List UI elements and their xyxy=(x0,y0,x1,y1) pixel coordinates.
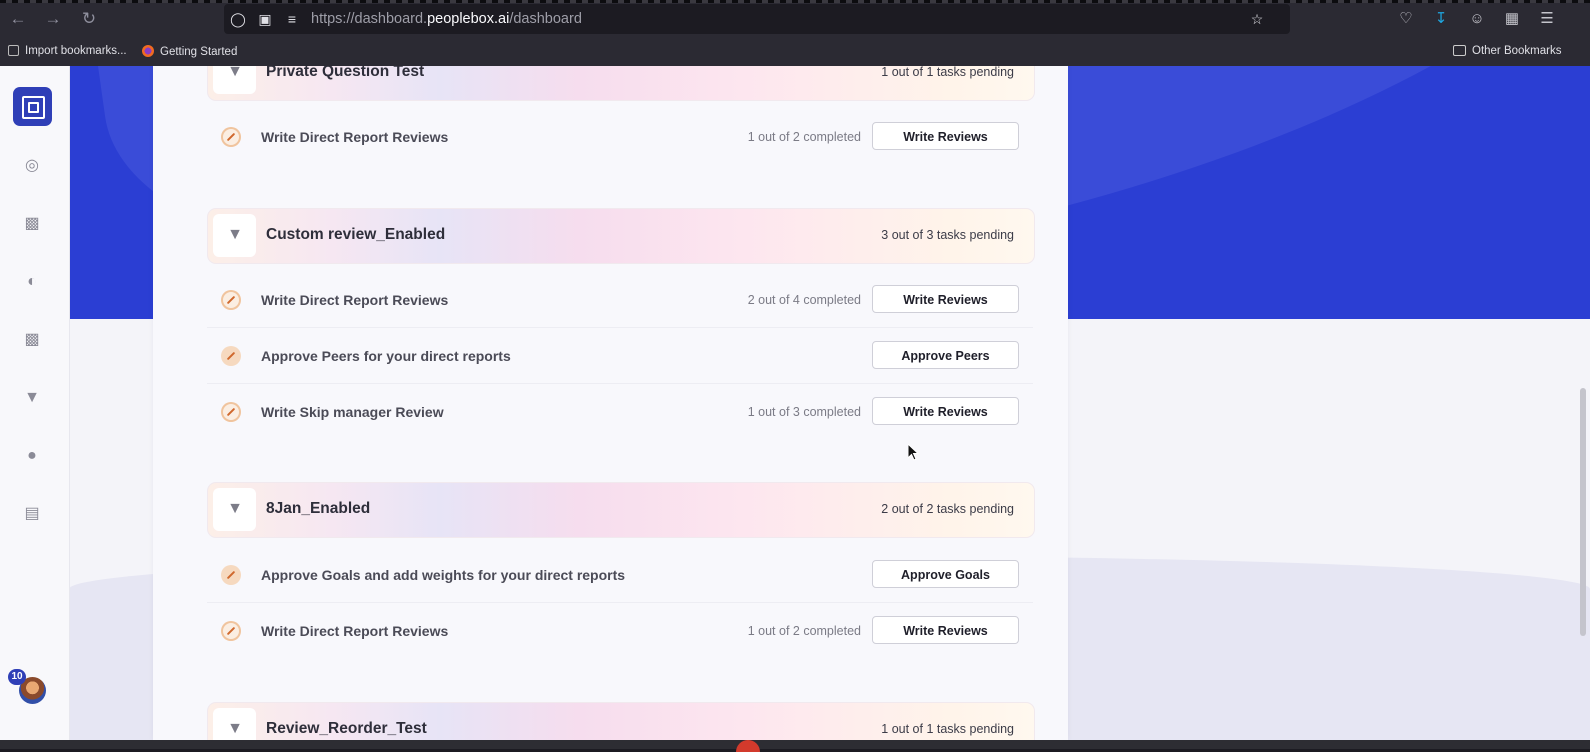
url-bar[interactable]: ◯ ▣ ≡ https://dashboard.peoplebox.ai/das… xyxy=(224,4,1290,34)
browser-toolbar: ← → ↻ ◯ ▣ ≡ https://dashboard.peoplebox.… xyxy=(0,0,1590,66)
chat-icon[interactable]: ▩ xyxy=(21,329,43,351)
bookmark-import[interactable]: Import bookmarks... xyxy=(8,45,127,57)
pencil-icon xyxy=(221,402,241,422)
trophy-box: ▼ xyxy=(213,66,256,94)
trophy-icon: ▼ xyxy=(227,720,243,737)
forward-arrow-icon[interactable]: → xyxy=(43,9,63,29)
pencil-icon xyxy=(221,127,241,147)
task-label: Write Direct Report Reviews xyxy=(261,292,449,308)
cycle-header: ▼ Private Question Test 1 out of 1 tasks… xyxy=(207,66,1035,101)
app-sidebar: ◎ ▩ ◐ ▩ ▼ ● ▤ 10 xyxy=(0,66,70,740)
write-reviews-button[interactable]: Write Reviews xyxy=(872,397,1019,425)
approve-peers-button[interactable]: Approve Peers xyxy=(872,341,1019,369)
trophy-icon[interactable]: ▼ xyxy=(21,387,43,409)
task-row: Approve Peers for your direct reports Ap… xyxy=(207,329,1033,384)
dock-app-icon[interactable] xyxy=(736,740,760,752)
cycle-pending-count: 1 out of 1 tasks pending xyxy=(881,722,1014,736)
bar-chart-icon[interactable]: ▤ xyxy=(21,503,43,525)
task-label: Write Direct Report Reviews xyxy=(261,623,449,639)
pencil-icon xyxy=(221,346,241,366)
task-label: Write Direct Report Reviews xyxy=(261,129,449,145)
cycle-pending-count: 3 out of 3 tasks pending xyxy=(881,228,1014,242)
task-label: Approve Peers for your direct reports xyxy=(261,348,511,364)
dock-strip xyxy=(0,740,1590,752)
task-progress: 1 out of 2 completed xyxy=(747,624,861,638)
cycle-pending-count: 1 out of 1 tasks pending xyxy=(881,66,1014,79)
write-reviews-button[interactable]: Write Reviews xyxy=(872,616,1019,644)
pencil-icon xyxy=(221,565,241,585)
trophy-icon: ▼ xyxy=(227,226,243,243)
cycle-title: 8Jan_Enabled xyxy=(266,500,371,517)
pencil-icon xyxy=(221,290,241,310)
window-top-edge xyxy=(0,0,1590,3)
trophy-box: ▼ xyxy=(213,708,256,740)
bookmarks-bar: Import bookmarks... Getting Started Othe… xyxy=(0,40,1590,66)
cycle-title: Review_Reorder_Test xyxy=(266,720,427,737)
extensions-icon[interactable]: ▦ xyxy=(1502,9,1522,29)
cycle-header: ▼ 8Jan_Enabled 2 out of 2 tasks pending xyxy=(207,482,1035,538)
task-label: Write Skip manager Review xyxy=(261,404,444,420)
trophy-box: ▼ xyxy=(213,488,256,531)
folder-icon xyxy=(1453,45,1466,56)
task-row: Write Direct Report Reviews 2 out of 4 c… xyxy=(207,273,1033,328)
tasks-card: ▼ Private Question Test 1 out of 1 tasks… xyxy=(153,66,1068,740)
task-progress: 1 out of 2 completed xyxy=(747,130,861,144)
url-text[interactable]: https://dashboard.peoplebox.ai/dashboard xyxy=(311,11,582,27)
task-row: Approve Goals and add weights for your d… xyxy=(207,548,1033,603)
permissions-icon[interactable]: ≡ xyxy=(283,10,301,28)
trophy-icon: ▼ xyxy=(227,500,243,517)
trophy-icon: ▼ xyxy=(227,66,243,80)
bookmark-getting-started[interactable]: Getting Started xyxy=(142,45,237,58)
page-viewport: ◎ ▩ ◐ ▩ ▼ ● ▤ 10 ▼ Private Question Test… xyxy=(0,66,1590,740)
pocket-icon[interactable]: ♡ xyxy=(1396,9,1416,29)
write-reviews-button[interactable]: Write Reviews xyxy=(872,122,1019,150)
cycle-title: Custom review_Enabled xyxy=(266,226,446,243)
download-icon[interactable]: ↧ xyxy=(1431,9,1451,29)
firefox-icon xyxy=(142,45,154,57)
task-progress: 1 out of 3 completed xyxy=(747,405,861,419)
cycle-pending-count: 2 out of 2 tasks pending xyxy=(881,502,1014,516)
notification-badge: 10 xyxy=(8,669,26,685)
task-row: Write Skip manager Review 1 out of 3 com… xyxy=(207,385,1033,439)
lock-icon[interactable]: ▣ xyxy=(256,10,274,28)
message-icon[interactable]: ● xyxy=(21,445,43,467)
pencil-icon xyxy=(221,621,241,641)
presentation-icon[interactable]: ▩ xyxy=(21,213,43,235)
reload-icon[interactable]: ↻ xyxy=(79,9,99,29)
approve-goals-button[interactable]: Approve Goals xyxy=(872,560,1019,588)
write-reviews-button[interactable]: Write Reviews xyxy=(872,285,1019,313)
task-progress: 2 out of 4 completed xyxy=(747,293,861,307)
trophy-box: ▼ xyxy=(213,214,256,257)
gauge-icon[interactable]: ◐ xyxy=(21,271,43,293)
back-arrow-icon[interactable]: ← xyxy=(8,9,28,29)
account-icon[interactable]: ☺ xyxy=(1467,9,1487,29)
import-icon xyxy=(8,45,19,56)
shield-icon[interactable]: ◯ xyxy=(229,10,247,28)
peoplebox-logo[interactable] xyxy=(13,87,52,126)
target-icon[interactable]: ◎ xyxy=(21,155,43,177)
bookmark-star-icon[interactable]: ☆ xyxy=(1248,10,1266,28)
cycle-header: ▼ Review_Reorder_Test 1 out of 1 tasks p… xyxy=(207,702,1035,740)
page-scrollbar[interactable] xyxy=(1580,388,1586,636)
task-row: Write Direct Report Reviews 1 out of 2 c… xyxy=(207,604,1033,658)
menu-icon[interactable]: ☰ xyxy=(1537,9,1557,29)
cycle-header: ▼ Custom review_Enabled 3 out of 3 tasks… xyxy=(207,208,1035,264)
cycle-title: Private Question Test xyxy=(266,66,425,80)
task-label: Approve Goals and add weights for your d… xyxy=(261,567,626,583)
task-row: Write Direct Report Reviews 1 out of 2 c… xyxy=(207,110,1033,164)
other-bookmarks[interactable]: Other Bookmarks xyxy=(1453,45,1561,57)
